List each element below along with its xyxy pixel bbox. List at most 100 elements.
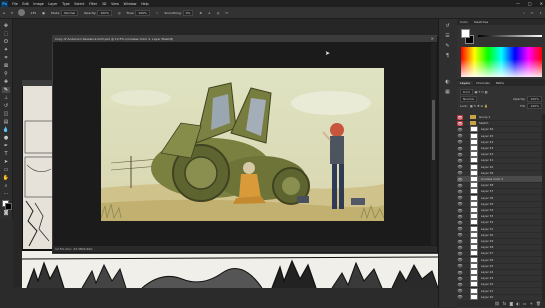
symmetry-icon[interactable]: ⚯ bbox=[222, 11, 231, 15]
pen-tool-icon[interactable]: ✒ bbox=[2, 143, 10, 149]
gradient-tool-icon[interactable]: ▤ bbox=[2, 119, 10, 125]
hand-tool-icon[interactable]: ✋ bbox=[2, 175, 10, 181]
brush-panel-icon[interactable]: ✎ bbox=[443, 43, 452, 50]
workspace-icon[interactable]: ▭ bbox=[528, 11, 537, 15]
opacity-field[interactable]: 100% bbox=[97, 9, 112, 16]
minimize-button[interactable]: — bbox=[516, 0, 520, 7]
visibility-eye-icon[interactable]: 👁 bbox=[457, 139, 463, 144]
visibility-eye-icon[interactable]: 👁 bbox=[457, 294, 463, 299]
visibility-eye-icon[interactable]: 👁 bbox=[457, 146, 463, 151]
type-tool-icon[interactable]: T bbox=[2, 151, 10, 157]
canvas-artwork[interactable] bbox=[100, 68, 387, 221]
visibility-eye-icon[interactable]: 👁 bbox=[457, 183, 463, 188]
document-tab[interactable]: Copy of Anderson Kasakura-Vol3.psd @ 12.… bbox=[52, 35, 437, 42]
quick-mask-icon[interactable]: ◙ bbox=[2, 210, 10, 216]
menu-help[interactable]: Help bbox=[139, 2, 151, 6]
shape-tool-icon[interactable]: ▭ bbox=[2, 167, 10, 173]
visibility-eye-icon[interactable]: 👁 bbox=[457, 114, 463, 120]
visibility-eye-icon[interactable]: 👁 bbox=[457, 288, 463, 293]
visibility-eye-icon[interactable]: 👁 bbox=[457, 239, 463, 244]
tab-channels[interactable]: Channels bbox=[473, 81, 493, 85]
more-tools-icon[interactable]: ⋯ bbox=[2, 191, 10, 197]
lock-icons[interactable]: ▦ ✎ ✥ ⊡ 🔒 bbox=[470, 104, 488, 108]
adjustments-panel-icon[interactable]: ◐ bbox=[443, 79, 452, 86]
visibility-eye-icon[interactable]: 👁 bbox=[457, 164, 463, 169]
move-tool-icon[interactable]: ✥ bbox=[2, 23, 10, 29]
quick-select-tool-icon[interactable]: ✦ bbox=[2, 47, 10, 53]
tab-layers[interactable]: Layers bbox=[457, 80, 473, 85]
home-icon[interactable]: ⌂ bbox=[0, 11, 8, 15]
scrollbar-thumb[interactable] bbox=[432, 100, 435, 160]
visibility-eye-icon[interactable]: 👁 bbox=[457, 201, 463, 206]
menu-window[interactable]: Window bbox=[121, 2, 139, 6]
visibility-eye-icon[interactable]: 👁 bbox=[457, 177, 463, 182]
paragraph-panel-icon[interactable]: ¶ bbox=[443, 53, 452, 60]
visibility-eye-icon[interactable]: 👁 bbox=[457, 189, 463, 194]
properties-panel-icon[interactable]: ☰ bbox=[443, 33, 452, 40]
tab-color[interactable]: Color bbox=[457, 19, 471, 25]
path-select-icon[interactable]: ➤ bbox=[2, 159, 10, 165]
manga-page-document[interactable] bbox=[22, 80, 56, 250]
tab-swatches[interactable]: Swatches bbox=[471, 19, 491, 25]
brush-preset-icon[interactable] bbox=[18, 9, 26, 16]
crop-tool-icon[interactable]: ⌗ bbox=[2, 55, 10, 61]
menu-type[interactable]: Type bbox=[60, 2, 72, 6]
layer-kind-filter[interactable]: Kind bbox=[460, 88, 473, 95]
new-layer-icon[interactable]: + bbox=[530, 301, 533, 306]
history-panel-icon[interactable]: ↺ bbox=[443, 23, 452, 30]
smoothing-settings-icon[interactable]: ⚙ bbox=[196, 11, 205, 15]
smoothing-field[interactable]: 0% bbox=[182, 9, 194, 16]
visibility-eye-icon[interactable]: 👁 bbox=[457, 245, 463, 250]
visibility-eye-icon[interactable]: 👁 bbox=[457, 195, 463, 200]
adjustment-icon[interactable]: ◐ bbox=[516, 301, 520, 306]
visibility-eye-icon[interactable]: 👁 bbox=[457, 282, 463, 287]
trash-icon[interactable]: 🗑 bbox=[536, 301, 541, 306]
link-icon[interactable]: ⛓ bbox=[495, 301, 500, 306]
visibility-eye-icon[interactable]: 👁 bbox=[457, 208, 463, 213]
visibility-eye-icon[interactable]: 👁 bbox=[457, 120, 463, 126]
mode-select[interactable]: Normal bbox=[61, 9, 79, 16]
color-spectrum[interactable] bbox=[461, 47, 542, 77]
eyedropper-tool-icon[interactable]: ⚲ bbox=[2, 71, 10, 77]
visibility-eye-icon[interactable]: 👁 bbox=[457, 152, 463, 157]
search-icon[interactable]: ⌕ bbox=[520, 11, 528, 15]
menu-3d[interactable]: 3D bbox=[100, 2, 109, 6]
visibility-eye-icon[interactable]: 👁 bbox=[457, 232, 463, 237]
fill-field[interactable]: 100% bbox=[527, 102, 542, 109]
airbrush-icon[interactable]: ✧ bbox=[153, 11, 162, 15]
visibility-eye-icon[interactable]: 👁 bbox=[457, 263, 463, 268]
pressure-size-icon[interactable]: ◎ bbox=[214, 11, 223, 15]
layer-opacity-field[interactable]: 100% bbox=[527, 95, 542, 102]
zoom-tool-icon[interactable]: ⌕ bbox=[2, 183, 10, 189]
stamp-tool-icon[interactable]: ⊥ bbox=[2, 95, 10, 101]
visibility-eye-icon[interactable]: 👁 bbox=[457, 133, 463, 138]
manga-doc-tab[interactable] bbox=[22, 80, 54, 86]
menu-layer[interactable]: Layer bbox=[46, 2, 60, 6]
history-brush-icon[interactable]: ↺ bbox=[2, 103, 10, 109]
menu-filter[interactable]: Filter bbox=[87, 2, 100, 6]
visibility-eye-icon[interactable]: 👁 bbox=[457, 251, 463, 256]
visibility-eye-icon[interactable]: 👁 bbox=[457, 127, 463, 132]
visibility-eye-icon[interactable]: 👁 bbox=[457, 158, 463, 163]
marquee-tool-icon[interactable]: ⬚ bbox=[2, 31, 10, 37]
visibility-eye-icon[interactable]: 👁 bbox=[457, 226, 463, 231]
eraser-tool-icon[interactable]: ◫ bbox=[2, 111, 10, 117]
dodge-tool-icon[interactable]: ● bbox=[2, 135, 10, 141]
close-document-icon[interactable]: ✕ bbox=[431, 36, 434, 41]
visibility-eye-icon[interactable]: 👁 bbox=[457, 270, 463, 275]
menu-select[interactable]: Select bbox=[72, 2, 87, 6]
tab-paths[interactable]: Paths bbox=[493, 81, 507, 85]
maximize-button[interactable]: □ bbox=[528, 0, 532, 7]
share-icon[interactable]: ⇪ bbox=[536, 11, 545, 15]
flow-field[interactable]: 100% bbox=[135, 9, 150, 16]
background-color-swatch[interactable] bbox=[5, 203, 12, 210]
fx-icon[interactable]: fx bbox=[503, 301, 507, 306]
mask-icon[interactable]: ◙ bbox=[509, 301, 513, 306]
brush-tool-icon[interactable]: ✎ bbox=[8, 11, 17, 15]
brush-size[interactable]: 135 bbox=[27, 11, 39, 15]
brush-tool-icon[interactable]: ✎ bbox=[2, 87, 10, 93]
menu-file[interactable]: File bbox=[10, 2, 20, 6]
close-button[interactable]: ✕ bbox=[540, 0, 543, 7]
styles-panel-icon[interactable]: ▦ bbox=[443, 89, 452, 96]
pressure-opacity-icon[interactable]: ◎ bbox=[115, 11, 124, 15]
